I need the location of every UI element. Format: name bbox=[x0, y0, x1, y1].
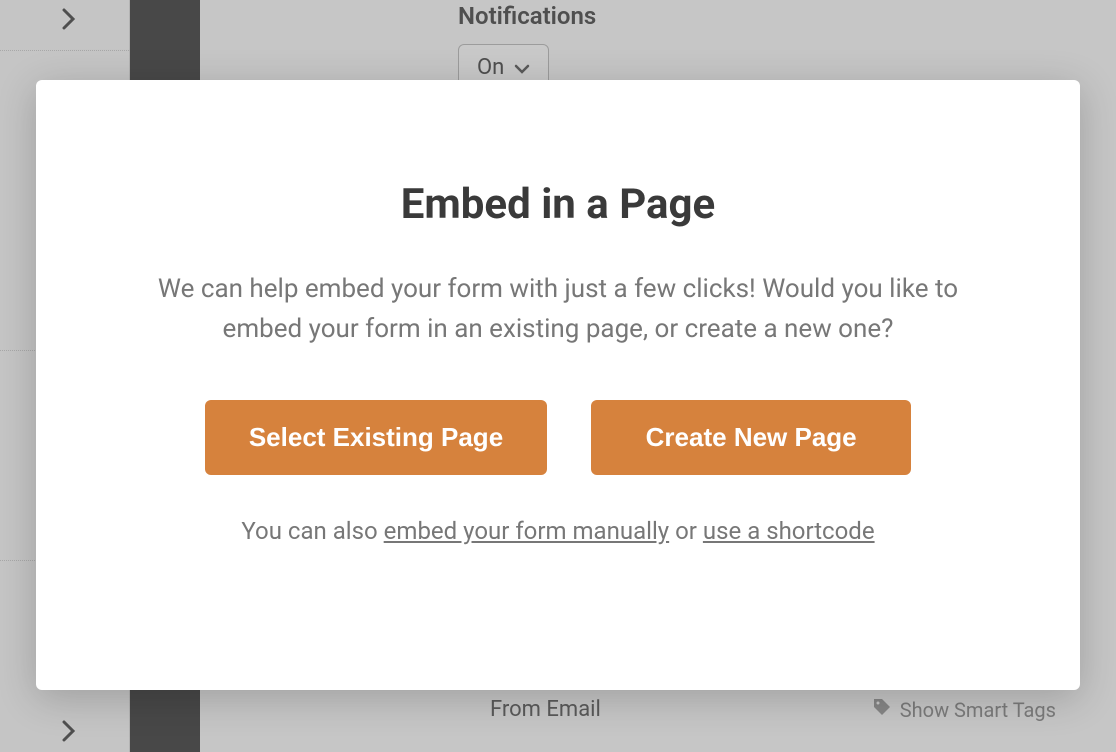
modal-buttons: Select Existing Page Create New Page bbox=[205, 400, 911, 475]
embed-manually-link[interactable]: embed your form manually bbox=[384, 517, 669, 545]
create-new-page-button[interactable]: Create New Page bbox=[591, 400, 911, 475]
modal-description: We can help embed your form with just a … bbox=[148, 269, 968, 350]
modal-footer: You can also embed your form manually or… bbox=[241, 517, 874, 545]
use-shortcode-link[interactable]: use a shortcode bbox=[703, 517, 875, 545]
footer-prefix: You can also bbox=[241, 517, 383, 545]
embed-modal: Embed in a Page We can help embed your f… bbox=[36, 80, 1080, 690]
select-existing-page-button[interactable]: Select Existing Page bbox=[205, 400, 547, 475]
modal-title: Embed in a Page bbox=[401, 180, 715, 229]
footer-middle: or bbox=[669, 517, 703, 545]
